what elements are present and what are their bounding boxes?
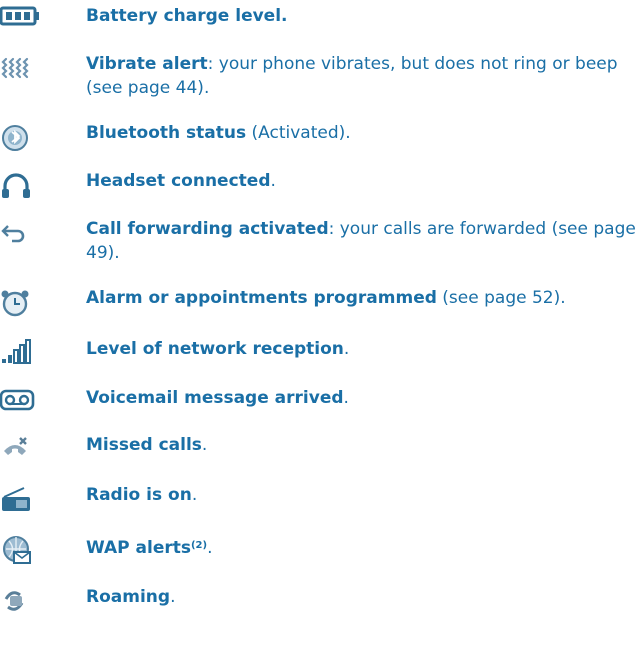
item-desc: . [170, 587, 176, 607]
item-title: Roaming [86, 587, 171, 607]
item-title: Call forwarding activated [86, 219, 329, 239]
radio-icon [0, 487, 40, 515]
item-title: Battery charge level. [86, 6, 288, 26]
item-title: Bluetooth status [86, 123, 247, 143]
alarm-clock-icon [0, 288, 40, 317]
item-desc: . [191, 485, 198, 505]
bluetooth-icon [0, 123, 40, 151]
vibrate-icon [0, 56, 40, 84]
missed-call-icon [0, 435, 40, 463]
item-title: Level of network reception [86, 339, 344, 359]
battery-icon [0, 4, 40, 32]
item-title: Voicemail message arrived [86, 388, 344, 408]
wap-alert-icon [0, 536, 40, 564]
item-desc: . [343, 388, 349, 408]
item-title: Headset connected [86, 171, 271, 191]
item-title: Vibrate alert [86, 54, 208, 74]
footnote-marker: (2) [190, 540, 208, 551]
item-desc: (Activated). [246, 123, 351, 143]
item-title: WAP alerts [86, 538, 191, 558]
roaming-icon [0, 587, 40, 615]
item-desc: (see page 52). [436, 288, 566, 308]
item-title: Alarm or appointments programmed [86, 288, 437, 308]
item-desc: . [343, 339, 350, 359]
item-desc: . [207, 538, 213, 558]
signal-strength-icon [0, 339, 40, 367]
item-desc: . [270, 171, 276, 191]
call-forward-icon [0, 221, 40, 249]
item-desc: . [201, 435, 208, 455]
item-title: Missed calls [86, 435, 202, 455]
headset-icon [0, 171, 40, 199]
item-title: Radio is on [86, 485, 192, 505]
voicemail-icon [0, 388, 40, 416]
